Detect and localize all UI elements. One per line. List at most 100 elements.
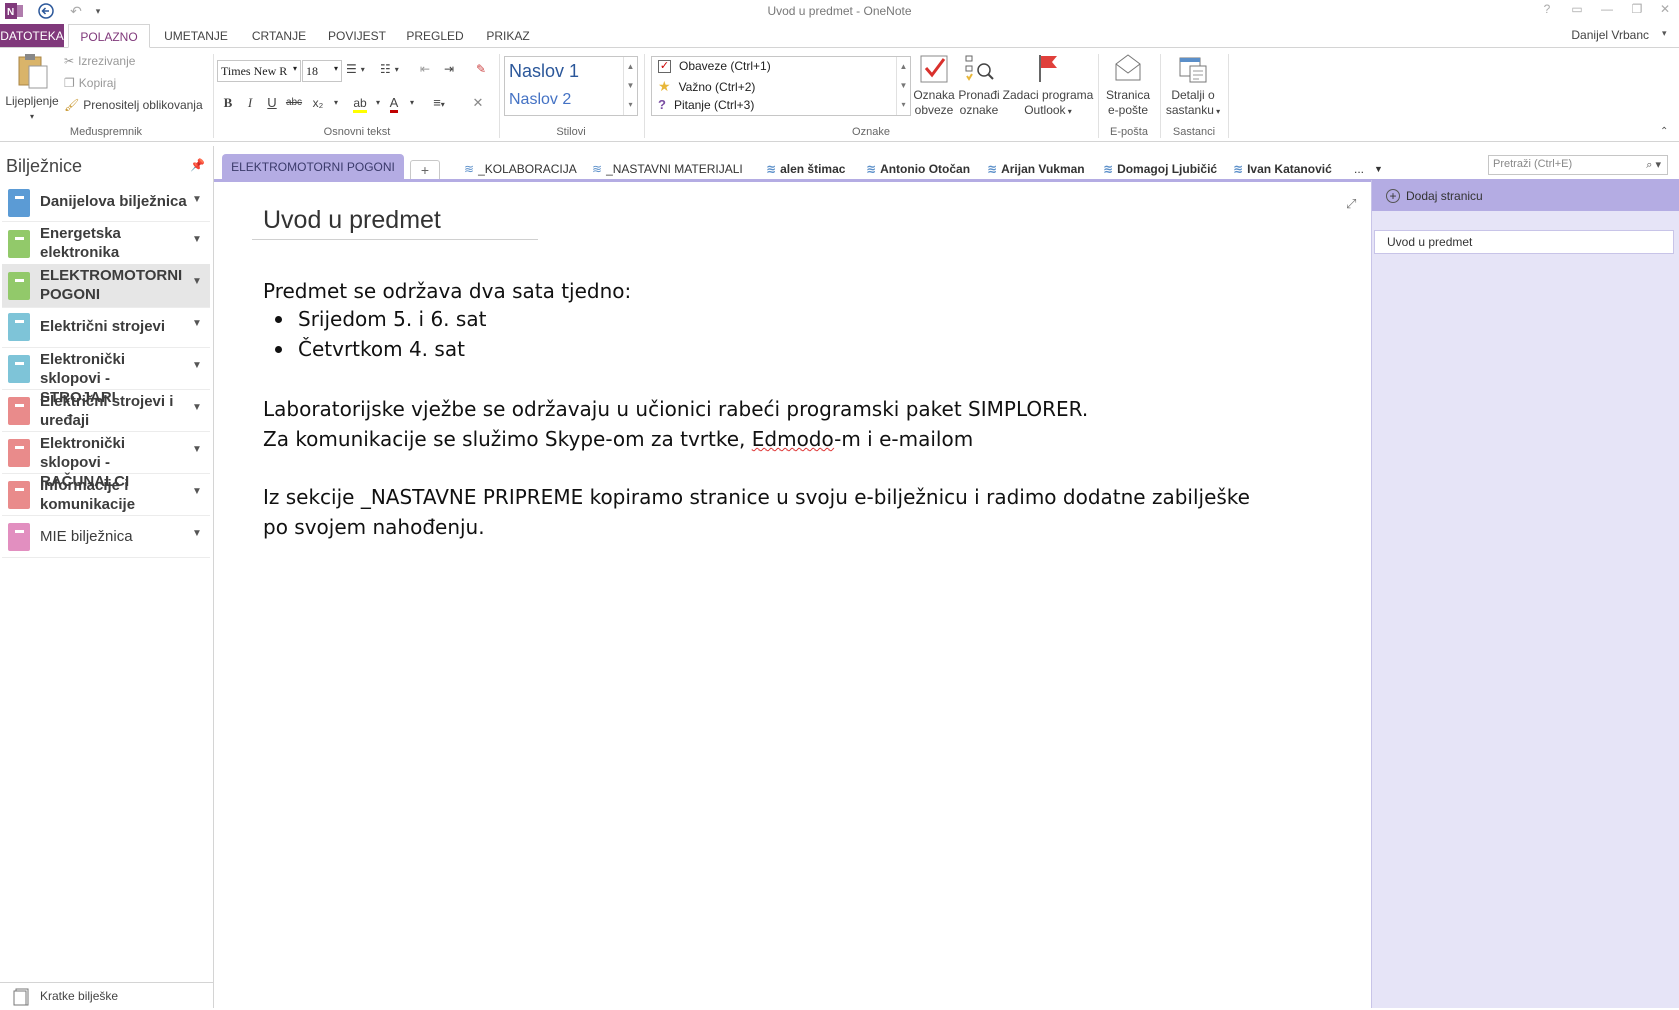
- page-title[interactable]: Uvod u predmet: [263, 206, 441, 235]
- user-menu-chevron-icon[interactable]: ▾: [1662, 28, 1667, 39]
- bold-button[interactable]: B: [218, 93, 238, 113]
- restore-icon[interactable]: ❐: [1625, 2, 1649, 20]
- close-icon[interactable]: ✕: [1653, 2, 1677, 20]
- chevron-down-icon[interactable]: ▼: [192, 234, 202, 245]
- section-group[interactable]: ≋ Antonio Otočan: [866, 160, 970, 178]
- font-name-select[interactable]: Times New R ▾: [217, 60, 301, 82]
- styles-scroll[interactable]: ▲ ▼ ▾: [623, 57, 637, 115]
- ribbon-display-icon[interactable]: ▭: [1565, 2, 1589, 20]
- tags-gallery[interactable]: ✓ Obaveze (Ctrl+1) ★ Važno (Ctrl+2) ? Pitan…: [651, 56, 911, 116]
- add-section-button[interactable]: +: [410, 160, 440, 180]
- bullets-button[interactable]: ☰ ▾: [346, 62, 365, 76]
- add-page-button[interactable]: + Dodaj stranicu: [1372, 180, 1679, 211]
- cut-button[interactable]: ✂ Izrezivanje: [64, 54, 135, 68]
- body-line[interactable]: po svojem nahođenju.: [263, 512, 485, 542]
- increase-indent-button[interactable]: ⇥: [444, 62, 454, 76]
- italic-button[interactable]: I: [240, 93, 260, 113]
- find-tags-button[interactable]: Pronađi oznake: [956, 52, 1002, 118]
- notebook-item-selected[interactable]: ELEKTROMOTORNI POGONI ▼: [2, 264, 210, 308]
- chevron-down-icon[interactable]: ▼: [192, 402, 202, 413]
- help-icon[interactable]: ?: [1535, 2, 1559, 20]
- tags-scroll[interactable]: ▲ ▼ ▾: [896, 57, 910, 115]
- chevron-down-icon[interactable]: ▼: [192, 360, 202, 371]
- tab-draw[interactable]: CRTANJE: [244, 24, 314, 48]
- body-line[interactable]: Iz sekcije _NASTAVNE PRIPREME kopiramo s…: [263, 482, 1250, 512]
- scissors-icon: ✂: [64, 54, 75, 68]
- user-name[interactable]: Danijel Vrbanc: [1571, 28, 1649, 42]
- section-group[interactable]: ≋ alen štimac: [766, 160, 845, 178]
- chevron-down-icon[interactable]: ▼: [192, 486, 202, 497]
- body-line[interactable]: Za komunikacije se služimo Skype-om za t…: [263, 424, 973, 454]
- expand-icon[interactable]: ⤢: [1346, 196, 1356, 212]
- chevron-down-icon[interactable]: ▼: [192, 318, 202, 329]
- style-heading-1[interactable]: Naslov 1: [509, 61, 579, 82]
- tab-review[interactable]: PREGLED: [400, 24, 470, 48]
- subscript-chevron-icon[interactable]: ▾: [326, 93, 346, 113]
- section-group[interactable]: ≋ _KOLABORACIJA: [464, 160, 577, 178]
- font-size-select[interactable]: 18 ▾: [302, 60, 342, 82]
- section-group[interactable]: ≋ Ivan Katanović: [1233, 160, 1332, 178]
- clear-formatting-button[interactable]: ✎: [476, 62, 486, 76]
- section-group[interactable]: ≋ Domagoj Ljubičić: [1103, 160, 1217, 178]
- notebook-item[interactable]: Elektronički sklopovi - STROJARI ▼: [2, 348, 210, 406]
- delete-button[interactable]: ✕: [468, 93, 488, 113]
- meeting-details-button[interactable]: Detalji o sastanku ▾: [1162, 52, 1224, 119]
- bullet-item[interactable]: Četvrtkom 4. sat: [298, 334, 465, 364]
- quick-notes-button[interactable]: Kratke bilješke: [0, 982, 214, 1008]
- minimize-icon[interactable]: —: [1595, 2, 1619, 20]
- section-group-icon: ≋: [766, 162, 777, 176]
- tag-important[interactable]: ★ Važno (Ctrl+2): [658, 78, 755, 95]
- numbering-button[interactable]: ☷ ▾: [380, 62, 399, 76]
- underline-button[interactable]: U: [262, 93, 282, 113]
- search-icon[interactable]: ⌕ ▾: [1646, 158, 1661, 172]
- bullet-item[interactable]: Srijedom 5. i 6. sat: [298, 304, 486, 334]
- scroll-up-icon: ▲: [626, 62, 635, 71]
- chevron-down-icon[interactable]: ▼: [192, 276, 202, 287]
- chevron-down-icon[interactable]: ▼: [192, 528, 202, 539]
- search-input[interactable]: Pretraži (Ctrl+E) ⌕ ▾: [1488, 155, 1668, 175]
- tab-view[interactable]: PRIKAZ: [478, 24, 538, 48]
- misspelled-word[interactable]: Edmodo: [752, 427, 834, 451]
- section-tab-active[interactable]: ELEKTROMOTORNI POGONI: [222, 154, 404, 180]
- collapse-ribbon-icon[interactable]: ⌃: [1660, 126, 1668, 137]
- chevron-down-icon[interactable]: ▼: [192, 194, 202, 205]
- section-group[interactable]: ≋ _NASTAVNI MATERIJALI: [592, 160, 743, 178]
- tag-question[interactable]: ? Pitanje (Ctrl+3): [658, 97, 754, 112]
- pin-icon[interactable]: 📌: [190, 158, 205, 172]
- font-color-button[interactable]: A: [384, 93, 404, 113]
- align-button[interactable]: ≡▾: [426, 93, 452, 113]
- section-group[interactable]: ≋ Arijan Vukman: [987, 160, 1085, 178]
- format-painter-button[interactable]: 🖌 Prenositelj oblikovanja: [64, 98, 203, 112]
- tag-todo[interactable]: ✓ Obaveze (Ctrl+1): [658, 59, 771, 73]
- tab-insert[interactable]: UMETANJE: [156, 24, 236, 48]
- email-page-button[interactable]: Stranica e-pošte: [1100, 52, 1156, 118]
- notebook-item[interactable]: Električni strojevi ▼: [2, 306, 210, 348]
- strikethrough-button[interactable]: abc: [284, 93, 304, 113]
- notebook-item[interactable]: Električni strojevi i uređaji ▼: [2, 390, 210, 432]
- notebook-item[interactable]: Informacije i komunikacije ▼: [2, 474, 210, 516]
- tab-home[interactable]: POLAZNO: [68, 24, 150, 48]
- decrease-indent-button[interactable]: ⇤: [420, 62, 430, 76]
- copy-button[interactable]: ❐ Kopiraj: [64, 76, 116, 90]
- body-line[interactable]: Predmet se održava dva sata tjedno:: [263, 276, 631, 306]
- notebook-item[interactable]: Danijelova bilježnica ▼: [2, 182, 210, 222]
- style-heading-2[interactable]: Naslov 2: [509, 91, 571, 109]
- outlook-tasks-button[interactable]: Zadaci programa Outlook ▾: [1002, 52, 1094, 119]
- notebook-item[interactable]: MIE bilježnica ▼: [2, 516, 210, 558]
- page-canvas[interactable]: ⤢ Uvod u predmet Predmet se održava dva …: [216, 182, 1371, 1008]
- notebook-item[interactable]: Energetska elektronika ▼: [2, 222, 210, 266]
- chevron-down-icon[interactable]: ▼: [192, 444, 202, 455]
- body-line[interactable]: Laboratorijske vježbe se održavaju u uči…: [263, 394, 1088, 424]
- tab-file[interactable]: DATOTEKA: [0, 24, 64, 48]
- paste-button[interactable]: Lijepljenje ▾: [4, 52, 60, 124]
- subscript-button[interactable]: x₂: [308, 93, 328, 113]
- font-color-chevron-icon[interactable]: ▾: [402, 93, 422, 113]
- highlight-button[interactable]: ab: [350, 93, 370, 113]
- tab-history[interactable]: POVIJEST: [322, 24, 392, 48]
- page-list-item[interactable]: Uvod u predmet: [1374, 230, 1674, 254]
- styles-gallery[interactable]: Naslov 1 Naslov 2 ▲ ▼ ▾: [504, 56, 638, 116]
- more-sections-button[interactable]: ... ▼: [1354, 160, 1383, 178]
- notebook-item[interactable]: Elektronički sklopovi - RAČUNALCI ▼: [2, 432, 210, 490]
- indent-icon: ⇥: [444, 62, 455, 76]
- todo-tag-button[interactable]: Oznaka obveze: [912, 52, 956, 118]
